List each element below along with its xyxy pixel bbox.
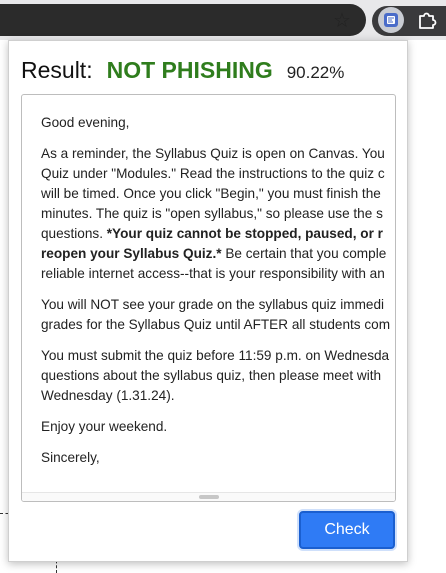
email-line: reliable internet access--that is your r… [41, 266, 385, 281]
extension-popup: Result: NOT PHISHING 90.22% Good evening… [8, 40, 408, 562]
email-paragraph: Enjoy your weekend. [41, 417, 395, 437]
emphasis-text: *Your quiz cannot be stopped, paused, or… [106, 226, 383, 241]
bookmark-star-icon[interactable]: ☆ [330, 8, 354, 32]
extension-logo-icon [384, 13, 398, 27]
verdict-text: NOT PHISHING [106, 57, 273, 83]
email-line: As a reminder, the Syllabus Quiz is open… [41, 146, 385, 161]
email-line: reopen your Syllabus Quiz.* Be certain t… [41, 246, 387, 261]
email-line: questions. *Your quiz cannot be stopped,… [41, 226, 383, 241]
result-label: Result: [21, 57, 93, 83]
email-body-text: Good evening, As a reminder, the Syllabus… [41, 113, 395, 479]
email-line: You will NOT see your grade on the sylla… [41, 297, 385, 312]
email-paragraph: You will NOT see your grade on the sylla… [41, 295, 395, 335]
phishing-detector-extension-icon[interactable] [378, 7, 404, 33]
email-line: Enjoy your weekend. [41, 419, 168, 434]
email-line: Quiz under "Modules." Read the instructi… [41, 166, 385, 181]
email-paragraph: Sincerely, [41, 448, 395, 468]
address-bar[interactable] [0, 4, 366, 36]
email-preview-frame[interactable]: Good evening, As a reminder, the Syllabus… [21, 94, 396, 502]
horizontal-scrollbar[interactable] [22, 492, 395, 501]
email-line: Good evening, [41, 115, 130, 130]
email-line: questions about the syllabus quiz, then … [41, 368, 382, 383]
emphasis-text: reopen your Syllabus Quiz.* [41, 246, 222, 261]
email-paragraph: Good evening, [41, 113, 395, 133]
email-line: Sincerely, [41, 450, 100, 465]
email-line: Wednesday (1.31.24). [41, 388, 175, 403]
email-paragraph: You must submit the quiz before 11:59 p.… [41, 346, 395, 406]
check-button[interactable]: Check [299, 511, 395, 549]
email-line: will be timed. Once you click "Begin," y… [41, 186, 381, 201]
scrollbar-thumb[interactable] [199, 495, 219, 499]
confidence-score: 90.22% [286, 63, 345, 82]
puzzle-piece-icon[interactable] [416, 9, 438, 31]
email-line: grades for the Syllabus Quiz until AFTER… [41, 317, 391, 332]
email-line: You must submit the quiz before 11:59 p.… [41, 348, 390, 363]
email-line: minutes. The quiz is "open syllabus," so… [41, 206, 383, 221]
browser-toolbar: ☆ [0, 0, 446, 40]
result-header: Result: NOT PHISHING 90.22% [21, 57, 344, 91]
email-paragraph: As a reminder, the Syllabus Quiz is open… [41, 144, 395, 284]
